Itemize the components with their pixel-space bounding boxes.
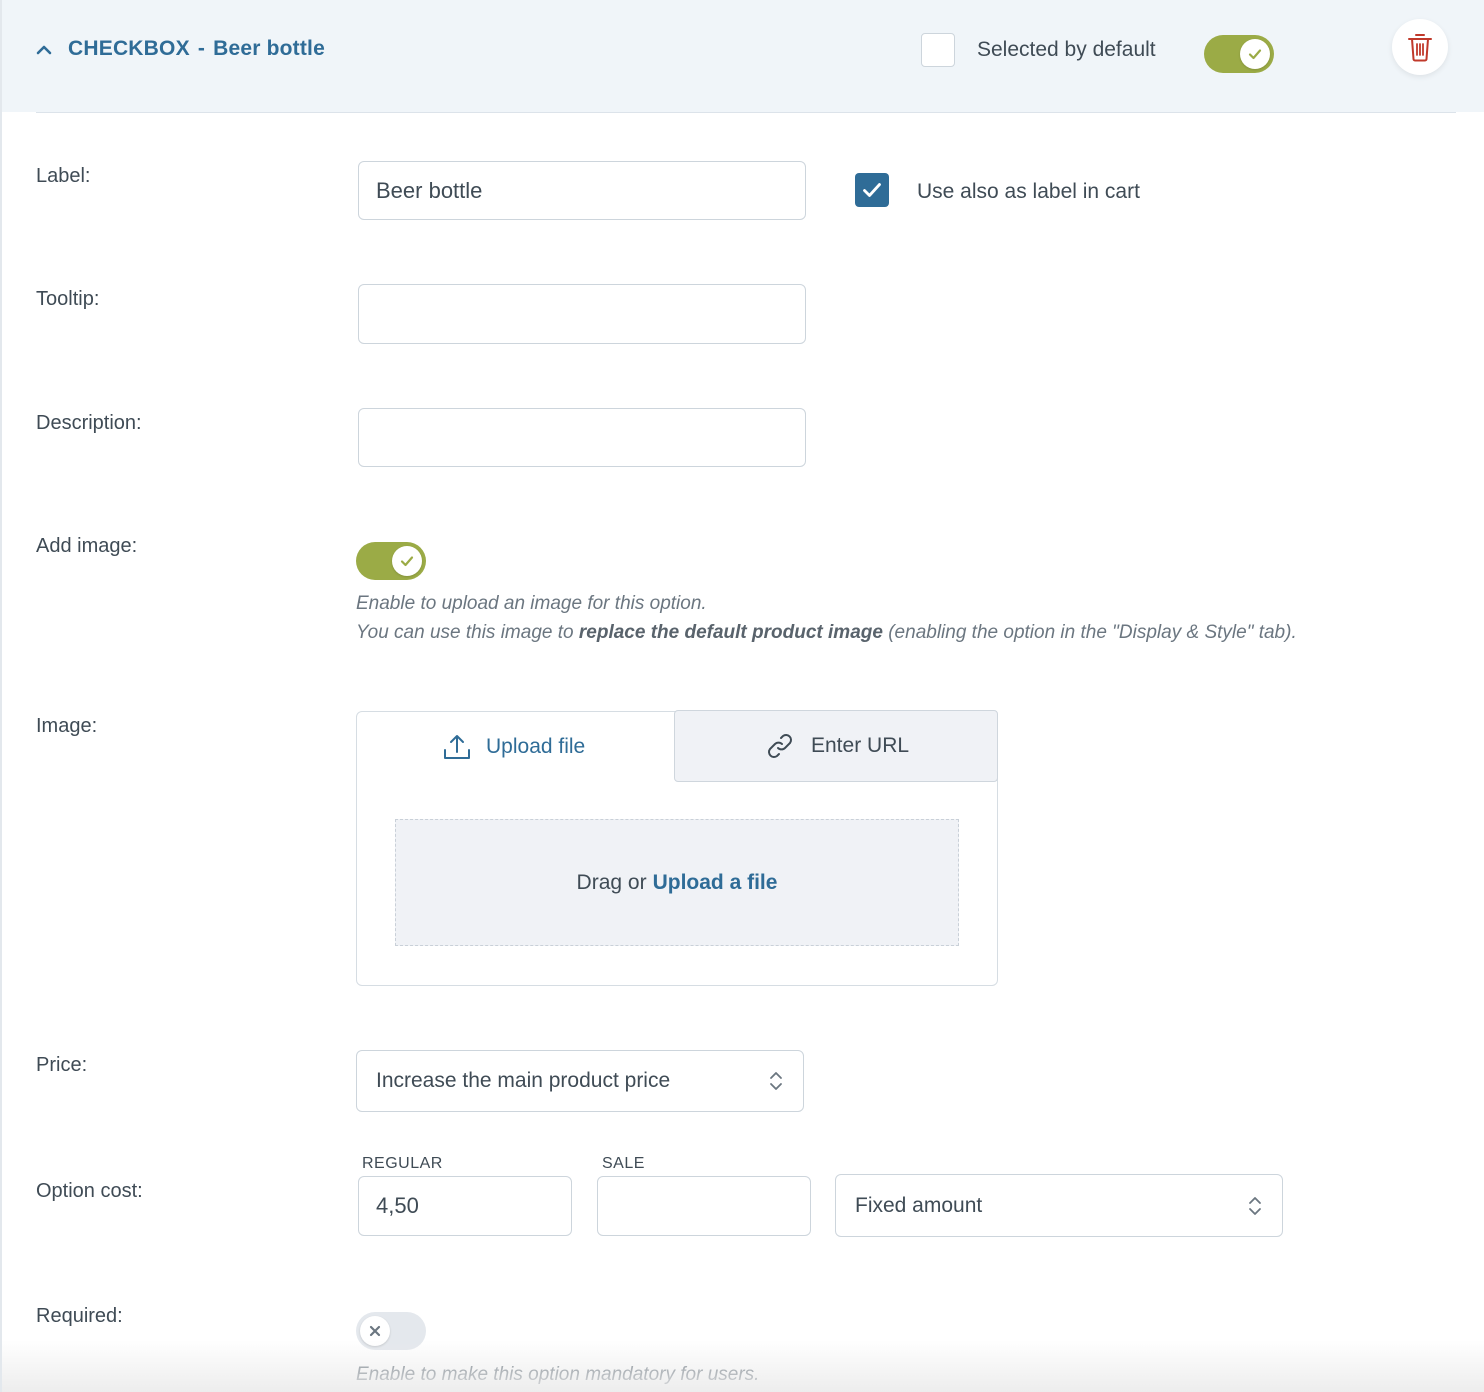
option-type-label: CHECKBOX bbox=[68, 37, 190, 60]
check-icon bbox=[1248, 49, 1262, 60]
toggle-knob bbox=[1240, 39, 1270, 69]
cost-type-select[interactable]: Fixed amount bbox=[835, 1174, 1283, 1237]
link-icon bbox=[768, 734, 792, 758]
file-drop-zone[interactable]: Drag or Upload a file bbox=[395, 819, 959, 946]
cost-type-select-value: Fixed amount bbox=[855, 1193, 983, 1217]
help-bold-text: replace the default product image bbox=[578, 622, 883, 643]
label-caption: Label: bbox=[36, 165, 91, 187]
help-text: You can use this image to bbox=[356, 622, 579, 643]
trash-icon bbox=[1408, 34, 1432, 62]
chevron-up-down-icon bbox=[1249, 1196, 1261, 1215]
sale-price-input[interactable] bbox=[597, 1176, 811, 1236]
help-text: (enabling the option in the "Display & S… bbox=[882, 622, 1297, 643]
required-help: Enable to make this option mandatory for… bbox=[356, 1364, 760, 1385]
upload-icon bbox=[444, 735, 470, 759]
chevron-up-icon[interactable] bbox=[34, 40, 54, 60]
price-caption: Price: bbox=[36, 1054, 88, 1076]
description-caption: Description: bbox=[36, 412, 142, 434]
add-image-help-line2: You can use this image to replace the de… bbox=[356, 622, 1297, 644]
required-toggle[interactable] bbox=[356, 1312, 426, 1350]
delete-option-button[interactable] bbox=[1392, 19, 1448, 75]
option-enabled-toggle[interactable] bbox=[1204, 35, 1274, 73]
price-select[interactable]: Increase the main product price bbox=[356, 1050, 804, 1112]
regular-price-input[interactable]: 4,50 bbox=[358, 1176, 572, 1236]
upload-file-link[interactable]: Upload a file bbox=[653, 871, 778, 895]
option-cost-caption: Option cost: bbox=[36, 1180, 143, 1202]
selected-by-default-label: Selected by default bbox=[977, 38, 1156, 61]
header-divider bbox=[36, 112, 1456, 113]
close-icon bbox=[369, 1325, 381, 1337]
tab-enter-url-label: Enter URL bbox=[811, 734, 910, 757]
add-image-toggle[interactable] bbox=[356, 542, 426, 580]
required-caption: Required: bbox=[36, 1305, 123, 1327]
sale-price-label: SALE bbox=[602, 1155, 645, 1172]
tab-enter-url[interactable]: Enter URL bbox=[674, 710, 998, 782]
regular-price-label: REGULAR bbox=[362, 1155, 443, 1172]
label-input-value: Beer bottle bbox=[376, 177, 483, 203]
image-caption: Image: bbox=[36, 715, 98, 737]
toggle-knob bbox=[392, 546, 422, 576]
check-icon bbox=[863, 183, 881, 197]
use-in-cart-label: Use also as label in cart bbox=[917, 180, 1140, 203]
price-select-value: Increase the main product price bbox=[376, 1069, 671, 1092]
description-input[interactable] bbox=[358, 408, 806, 467]
drop-zone-text: Drag or bbox=[576, 870, 647, 894]
option-name: Beer bottle bbox=[213, 37, 325, 60]
selected-by-default-checkbox[interactable] bbox=[921, 33, 955, 67]
tab-upload-file-label: Upload file bbox=[486, 735, 586, 758]
label-input[interactable]: Beer bottle bbox=[358, 161, 806, 220]
use-in-cart-checkbox[interactable] bbox=[855, 173, 889, 207]
tooltip-caption: Tooltip: bbox=[36, 288, 100, 310]
tooltip-input[interactable] bbox=[358, 284, 806, 344]
option-title[interactable]: CHECKBOX - Beer bottle bbox=[68, 37, 325, 61]
toggle-knob bbox=[360, 1316, 390, 1346]
chevron-up-down-icon bbox=[770, 1072, 782, 1090]
tab-upload-file[interactable]: Upload file bbox=[442, 731, 585, 763]
regular-price-value: 4,50 bbox=[376, 1193, 419, 1218]
check-icon bbox=[400, 556, 414, 567]
option-panel: CHECKBOX - Beer bottle Selected by defau… bbox=[0, 0, 1484, 1392]
add-image-caption: Add image: bbox=[36, 535, 138, 557]
add-image-help-line1: Enable to upload an image for this optio… bbox=[356, 593, 707, 614]
title-separator: - bbox=[197, 37, 206, 60]
